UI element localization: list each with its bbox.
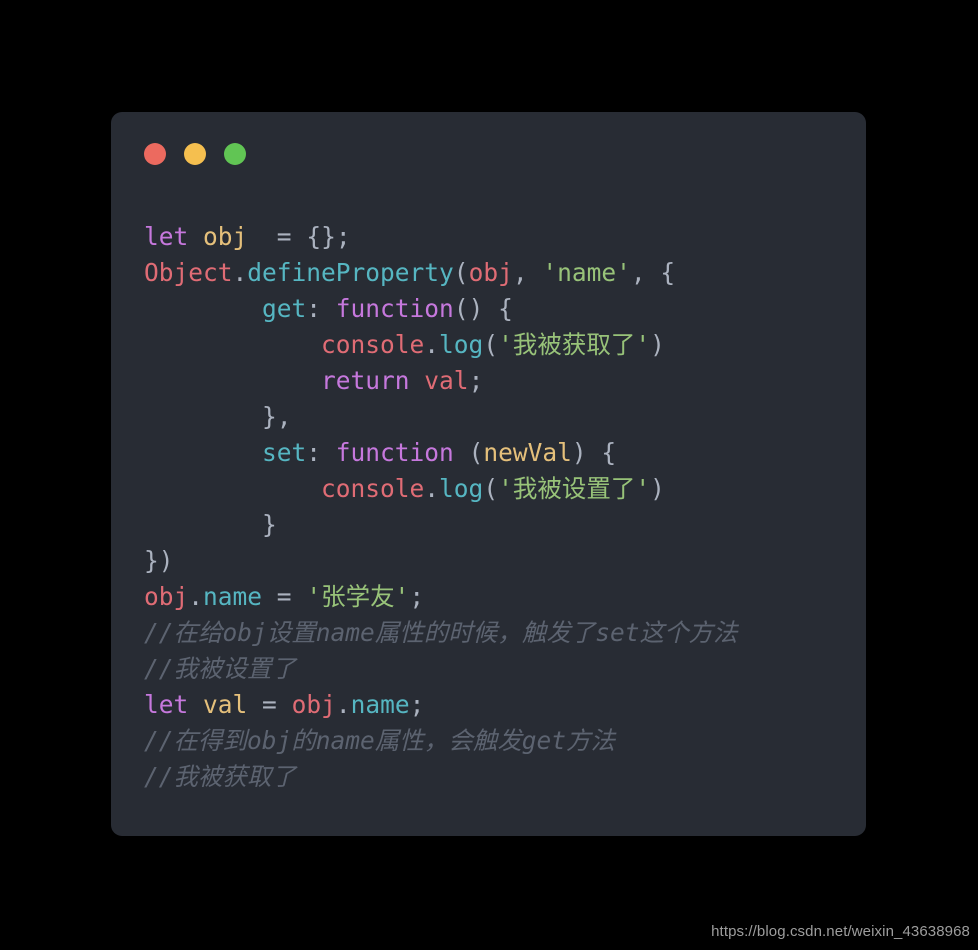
code-line: return val; [144,363,856,399]
code-token: console [321,474,425,503]
code-token: log [439,474,484,503]
code-token: ; [409,582,425,611]
code-token: function [335,294,454,323]
code-token: : [306,438,336,467]
code-token: {}; [306,222,351,251]
code-token: function [335,438,454,467]
code-token: newVal [483,438,572,467]
code-token: ) { [571,438,617,467]
code-token: get [262,294,307,323]
code-token: obj [468,258,513,287]
code-token: 'name' [542,258,631,287]
code-snippet-card: let obj = {}; Object.defineProperty(obj, … [111,112,866,836]
code-line: let obj = {}; [144,219,856,255]
code-line: console.log('我被获取了') [144,327,856,363]
code-line: get: function() { [144,291,856,327]
minimize-button[interactable] [184,143,206,165]
code-line: console.log('我被设置了') [144,471,856,507]
code-token: obj [144,582,189,611]
code-token: ) [650,474,665,503]
code-token: //在给obj设置name属性的时候，触发了set这个方法 [144,618,738,647]
code-token: : [306,294,336,323]
code-token: }, [144,402,292,431]
code-token: val [424,366,469,395]
code-token: , [512,258,543,287]
code-token: ( [483,330,499,359]
code-token: '张学友' [306,582,410,611]
code-token: = [247,690,292,719]
code-token: name [350,690,410,719]
code-token: ( [483,474,499,503]
code-token: . [188,582,204,611]
code-line: let val = obj.name; [144,687,856,723]
code-token: . [424,474,440,503]
code-token: //我被设置了 [144,654,296,683]
code-token: ( [453,438,484,467]
code-token: ( [453,258,469,287]
code-token: defineProperty [247,258,454,287]
code-token: console [321,330,425,359]
code-line: }) [144,543,856,579]
code-line: } [144,507,856,543]
code-block[interactable]: let obj = {}; Object.defineProperty(obj, … [144,219,856,795]
code-token: = [262,582,307,611]
code-token: }) [144,546,174,575]
window-controls [144,143,246,165]
code-token: log [439,330,484,359]
code-line: obj.name = '张学友'; [144,579,856,615]
code-token: '我被设置了' [498,474,651,503]
code-line: set: function (newVal) { [144,435,856,471]
code-token: //我被获取了 [144,762,296,791]
code-line: //我被设置了 [144,651,856,687]
code-line: //我被获取了 [144,759,856,795]
code-line: }, [144,399,856,435]
code-token: , { [630,258,676,287]
code-token: val [203,690,248,719]
code-token: = [247,222,307,251]
code-token: ; [409,690,425,719]
code-token: () { [453,294,513,323]
code-token: obj [291,690,336,719]
code-token: //在得到obj的name属性，会触发get方法 [144,726,616,755]
code-token: set [262,438,307,467]
maximize-button[interactable] [224,143,246,165]
code-token: obj [203,222,248,251]
code-token: . [424,330,440,359]
code-token: } [144,510,277,539]
watermark-url: https://blog.csdn.net/weixin_43638968 [711,923,970,940]
code-token: let [144,222,189,251]
code-token: ) [650,330,665,359]
code-token: let [144,690,189,719]
code-line: Object.defineProperty(obj, 'name', { [144,255,856,291]
code-line: //在得到obj的name属性，会触发get方法 [144,723,856,759]
code-token: . [335,690,351,719]
code-token: ; [468,366,484,395]
code-token: '我被获取了' [498,330,651,359]
code-token: return [321,366,410,395]
code-token: Object [144,258,233,287]
close-button[interactable] [144,143,166,165]
screenshot-root: let obj = {}; Object.defineProperty(obj, … [0,0,978,950]
code-line: //在给obj设置name属性的时候，触发了set这个方法 [144,615,856,651]
code-token: . [232,258,248,287]
code-token: name [203,582,263,611]
